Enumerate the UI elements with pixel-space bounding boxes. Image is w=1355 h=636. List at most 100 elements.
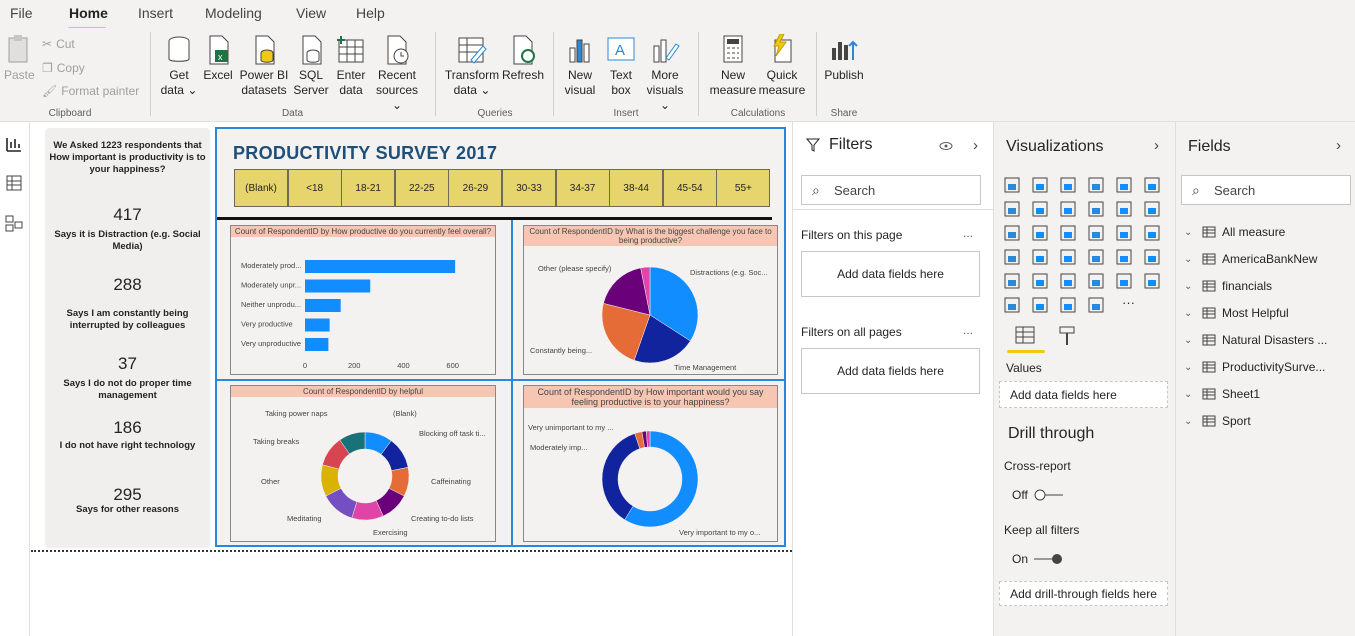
more-options-icon[interactable]: ...	[963, 226, 973, 240]
bar[interactable]	[305, 279, 371, 293]
field-table-row[interactable]: ⌄ Natural Disasters ...	[1184, 330, 1327, 350]
waterfall-icon[interactable]	[1003, 224, 1021, 242]
slicer-age-3[interactable]: 22-25	[394, 169, 449, 207]
menu-modeling[interactable]: Modeling	[205, 5, 262, 21]
copy-button[interactable]: ❐ Copy	[42, 61, 85, 75]
expand-chevron-icon[interactable]: ⌄	[1184, 416, 1196, 427]
multi-row-card-icon[interactable]	[1115, 248, 1133, 266]
area-icon[interactable]	[1031, 200, 1049, 218]
paginated-icon[interactable]	[1087, 296, 1105, 314]
clustered-bar-icon[interactable]	[1059, 176, 1077, 194]
treemap-icon[interactable]	[1143, 224, 1161, 242]
funnel-icon[interactable]	[1031, 224, 1049, 242]
drill-through-drop-zone[interactable]: Add drill-through fields here	[999, 581, 1168, 606]
slicer-age-1[interactable]: <18	[287, 169, 342, 207]
field-table-row[interactable]: ⌄ Most Helpful	[1184, 303, 1289, 323]
new-measure-button[interactable]: New measure	[708, 34, 758, 98]
donut-chart-helpful[interactable]: Count of RespondentID by helpful (Blank)…	[230, 385, 496, 542]
report-view-icon[interactable]	[4, 134, 24, 154]
expand-chevron-icon[interactable]: ⌄	[1184, 254, 1196, 265]
field-table-row[interactable]: ⌄ Sheet1	[1184, 384, 1260, 404]
collapse-fields-icon[interactable]: ›	[1336, 137, 1341, 154]
scatter-icon[interactable]	[1059, 224, 1077, 242]
filled-map-icon[interactable]	[1031, 248, 1049, 266]
decomposition-tree-icon[interactable]	[1003, 296, 1021, 314]
stacked-column-icon[interactable]	[1031, 176, 1049, 194]
100-bar-icon[interactable]	[1115, 176, 1133, 194]
more-options-icon[interactable]: ...	[963, 323, 973, 337]
text-box-button[interactable]: A Text box	[602, 34, 640, 98]
card-icon[interactable]	[1087, 248, 1105, 266]
collapse-filters-icon[interactable]: ›	[973, 137, 978, 154]
paste-button[interactable]: Paste	[4, 34, 35, 83]
bar[interactable]	[305, 318, 330, 332]
line-clustered-icon[interactable]	[1115, 200, 1133, 218]
python-visual-icon[interactable]	[1115, 272, 1133, 290]
bar[interactable]	[305, 338, 329, 351]
line-icon[interactable]	[1003, 200, 1021, 218]
data-view-icon[interactable]	[4, 173, 24, 193]
paint-roller-icon[interactable]	[1058, 325, 1076, 347]
donut-chart-importance[interactable]: Count of RespondentID by How important w…	[523, 385, 778, 542]
donut-icon[interactable]	[1115, 224, 1133, 242]
slicer-icon[interactable]	[1003, 272, 1021, 290]
fields-well-icon[interactable]	[1014, 325, 1036, 345]
key-influencers-icon[interactable]	[1143, 272, 1161, 290]
summary-card-panel[interactable]: We Asked 1223 respondents that How impor…	[45, 128, 210, 548]
gauge-icon[interactable]	[1059, 248, 1077, 266]
100-column-icon[interactable]	[1143, 176, 1161, 194]
qa-icon[interactable]	[1031, 296, 1049, 314]
recent-sources-button[interactable]: Recent sources ⌄	[370, 34, 424, 113]
collapse-viz-icon[interactable]: ›	[1154, 137, 1159, 154]
slicer-age-0[interactable]: (Blank)	[234, 169, 288, 207]
pie-chart-challenge[interactable]: Count of RespondentID by What is the big…	[523, 225, 778, 375]
get-data-button[interactable]: Get data ⌄	[160, 34, 198, 98]
refresh-button[interactable]: Refresh	[502, 34, 544, 83]
new-visual-button[interactable]: New visual	[562, 34, 598, 98]
page-filter-drop-zone[interactable]: Add data fields here	[801, 251, 980, 297]
more-visuals-icon[interactable]: ···	[1122, 295, 1135, 310]
fields-search-input[interactable]: ⌕ Search	[1181, 175, 1351, 205]
all-pages-filter-drop-zone[interactable]: Add data fields here	[801, 348, 980, 394]
bar[interactable]	[305, 260, 456, 273]
expand-chevron-icon[interactable]: ⌄	[1184, 281, 1196, 292]
line-column-icon[interactable]	[1087, 200, 1105, 218]
cut-button[interactable]: ✂ Cut	[42, 37, 75, 51]
expand-chevron-icon[interactable]: ⌄	[1184, 362, 1196, 373]
ribbon-icon[interactable]	[1143, 200, 1161, 218]
matrix-icon[interactable]	[1059, 272, 1077, 290]
eye-icon[interactable]	[939, 141, 953, 151]
values-drop-zone[interactable]: Add data fields here	[999, 381, 1168, 408]
filters-search-input[interactable]: ⌕ Search	[801, 175, 981, 205]
enter-data-button[interactable]: Enter data	[334, 34, 368, 98]
slicer-age-5[interactable]: 30-33	[502, 169, 556, 207]
bar-chart-productive[interactable]: Count of RespondentID by How productive …	[230, 225, 496, 375]
expand-chevron-icon[interactable]: ⌄	[1184, 227, 1196, 238]
survey-dashboard[interactable]: PRODUCTIVITY SURVEY 2017 Count of Respon…	[215, 127, 786, 547]
field-table-row[interactable]: ⌄ All measure	[1184, 222, 1285, 242]
quick-measure-button[interactable]: Quick measure	[758, 34, 806, 98]
slicer-age-9[interactable]: 55+	[716, 169, 771, 207]
clustered-column-icon[interactable]	[1087, 176, 1105, 194]
expand-chevron-icon[interactable]: ⌄	[1184, 389, 1196, 400]
smart-narrative-icon[interactable]	[1059, 296, 1077, 314]
pie-icon[interactable]	[1087, 224, 1105, 242]
model-view-icon[interactable]	[4, 213, 24, 233]
r-visual-icon[interactable]	[1087, 272, 1105, 290]
keep-filters-toggle[interactable]	[1032, 552, 1064, 566]
stacked-bar-icon[interactable]	[1003, 176, 1021, 194]
format-painter-button[interactable]: 🖌 Format painter	[42, 84, 139, 98]
slicer-age-4[interactable]: 26-29	[448, 169, 503, 207]
cross-report-toggle[interactable]	[1034, 488, 1064, 502]
kpi-icon[interactable]	[1143, 248, 1161, 266]
table-icon[interactable]	[1031, 272, 1049, 290]
field-table-row[interactable]: ⌄ ProductivitySurve...	[1184, 357, 1325, 377]
menu-file[interactable]: File	[10, 5, 33, 21]
stacked-area-icon[interactable]	[1059, 200, 1077, 218]
menu-home[interactable]: Home	[69, 5, 108, 21]
expand-chevron-icon[interactable]: ⌄	[1184, 335, 1196, 346]
excel-button[interactable]: x Excel	[202, 34, 234, 83]
field-table-row[interactable]: ⌄ Sport	[1184, 411, 1251, 431]
transform-data-button[interactable]: Transform data ⌄	[444, 34, 500, 98]
publish-button[interactable]: Publish	[822, 34, 866, 83]
